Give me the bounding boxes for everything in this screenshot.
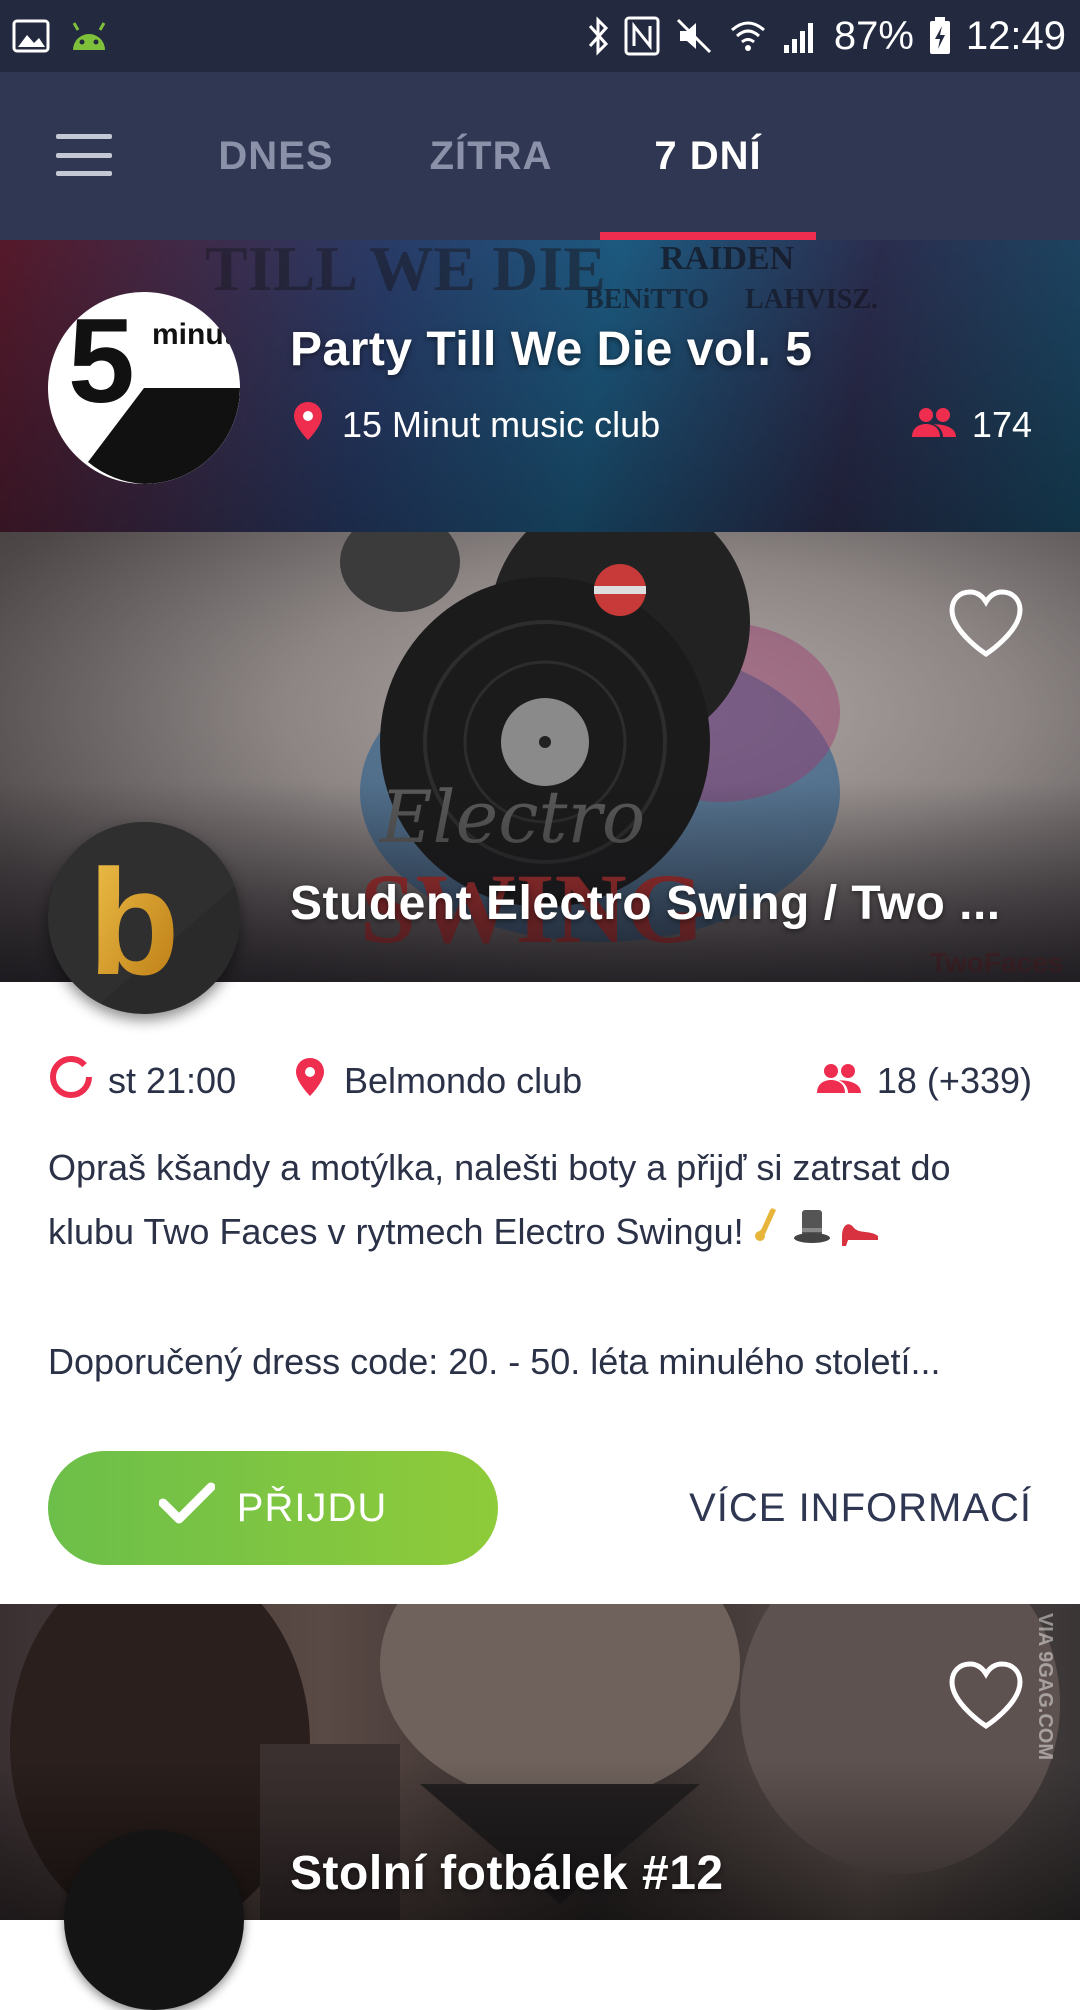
android-icon bbox=[68, 18, 110, 54]
people-icon bbox=[911, 404, 956, 446]
logo-15-minut: 5 minut bbox=[68, 294, 240, 484]
tab-7-days[interactable]: 7 DNÍ bbox=[600, 72, 816, 240]
attendee-count: 18 (+339) bbox=[876, 1060, 1032, 1101]
mute-icon bbox=[674, 16, 714, 56]
location-pin-icon bbox=[294, 1056, 326, 1107]
bluetooth-icon bbox=[586, 16, 610, 56]
people-icon bbox=[816, 1060, 861, 1102]
poster-text: RAIDEN bbox=[660, 240, 795, 277]
event-meta: 15 Minut music club 174 bbox=[292, 400, 1032, 450]
nfc-icon bbox=[624, 16, 660, 56]
clock-ring-icon bbox=[48, 1054, 94, 1109]
event-description: Opraš kšandy a motýlka, nalešti boty a p… bbox=[48, 1136, 1038, 1394]
logo-belmondo: b bbox=[48, 822, 240, 1014]
poster-text: TILL WE DIE bbox=[205, 240, 606, 304]
check-icon bbox=[158, 1481, 216, 1535]
svg-text:TwoFaces: TwoFaces bbox=[930, 947, 1063, 978]
event-meta: st 21:00 Belmondo club 18 (+339) bbox=[48, 1054, 1032, 1109]
top-hat-emoji-icon bbox=[792, 1202, 832, 1266]
tab-tomorrow[interactable]: ZÍTRA bbox=[400, 72, 582, 240]
poster-text: BENiTTO bbox=[585, 284, 709, 315]
attendee-count: 174 bbox=[971, 404, 1032, 445]
more-info-button[interactable]: VÍCE INFORMACÍ bbox=[689, 1480, 1032, 1536]
image-icon bbox=[12, 19, 50, 53]
venue-name[interactable]: 15 Minut music club bbox=[342, 404, 660, 446]
status-bar: 87% 12:49 bbox=[0, 0, 1080, 72]
tab-today[interactable]: DNES bbox=[200, 72, 352, 240]
battery-percent: 87% bbox=[833, 13, 914, 58]
saxophone-emoji-icon bbox=[750, 1202, 786, 1266]
hamburger-icon[interactable] bbox=[56, 134, 112, 176]
active-tab-indicator bbox=[600, 232, 816, 240]
svg-text:Electro: Electro bbox=[378, 775, 645, 859]
watermark: VIA 9GAG.COM bbox=[1034, 1612, 1056, 1760]
svg-text:b: b bbox=[88, 838, 180, 1006]
wifi-icon bbox=[728, 16, 768, 56]
event-title[interactable]: Stolní fotbálek #12 bbox=[290, 1846, 724, 1901]
battery-charging-icon bbox=[928, 16, 952, 56]
going-button[interactable]: PŘIJDU bbox=[48, 1451, 498, 1565]
clock: 12:49 bbox=[965, 13, 1066, 58]
event-title[interactable]: Student Electro Swing / Two ... bbox=[290, 876, 1001, 931]
high-heel-emoji-icon bbox=[838, 1202, 882, 1266]
signal-icon bbox=[782, 17, 820, 55]
venue-logo[interactable] bbox=[64, 1830, 244, 2010]
venue-name[interactable]: Belmondo club bbox=[344, 1060, 582, 1102]
app-bar: DNES ZÍTRA 7 DNÍ bbox=[0, 72, 1080, 240]
venue-logo[interactable]: b bbox=[48, 822, 240, 1014]
venue-logo[interactable]: 5 minut bbox=[48, 292, 240, 484]
location-pin-icon bbox=[292, 400, 324, 451]
description-paragraph: Doporučený dress code: 20. - 50. léta mi… bbox=[48, 1341, 941, 1383]
favorite-heart-icon[interactable] bbox=[948, 1660, 1024, 1730]
favorite-heart-icon[interactable] bbox=[948, 588, 1024, 658]
going-button-label: PŘIJDU bbox=[236, 1485, 388, 1530]
poster-text: LAHVISZ. bbox=[745, 284, 879, 315]
event-title[interactable]: Party Till We Die vol. 5 bbox=[290, 322, 812, 377]
event-time: st 21:00 bbox=[108, 1060, 237, 1101]
